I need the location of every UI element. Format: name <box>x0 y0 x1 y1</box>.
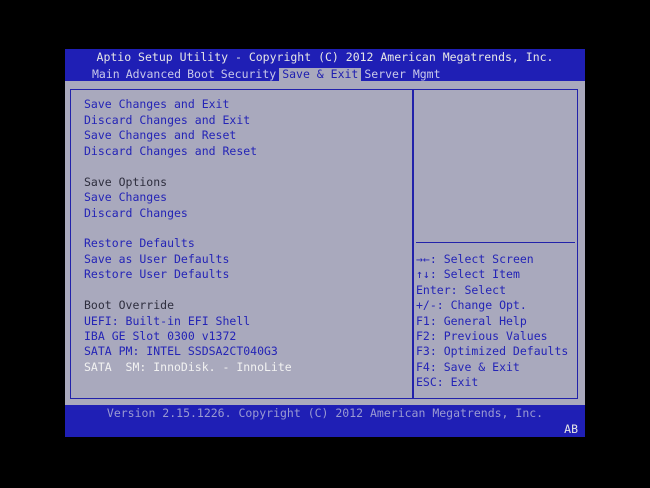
help-f2: F2: Previous Values <box>416 329 548 343</box>
discard-changes-item[interactable]: Discard Changes <box>84 207 188 220</box>
help-change-opt: +/-: Change Opt. <box>416 298 527 312</box>
header-bar: Aptio Setup Utility - Copyright (C) 2012… <box>65 49 585 81</box>
footer-bar: Version 2.15.1226. Copyright (C) 2012 Am… <box>65 405 585 437</box>
save-changes-item[interactable]: Save Changes <box>84 191 167 204</box>
save-changes-reset-item[interactable]: Save Changes and Reset <box>84 129 236 142</box>
save-user-defaults-item[interactable]: Save as User Defaults <box>84 253 229 266</box>
help-select-screen: →←: Select Screen <box>416 252 534 266</box>
boot-override-heading: Boot Override <box>84 298 175 312</box>
main-area: Save Changes and Exit Discard Changes an… <box>65 81 585 405</box>
restore-defaults-item[interactable]: Restore Defaults <box>84 237 195 250</box>
help-pane: →←: Select Screen ↑↓: Select Item Enter:… <box>413 89 578 399</box>
help-f4: F4: Save & Exit <box>416 360 520 374</box>
options-pane: Save Changes and Exit Discard Changes an… <box>70 89 413 399</box>
discard-changes-reset-item[interactable]: Discard Changes and Reset <box>84 145 257 158</box>
tab-advanced[interactable]: Advanced <box>123 68 184 81</box>
help-esc: ESC: Exit <box>416 375 479 389</box>
boot-option-sata-sm[interactable]: SATA SM: InnoDisk. - InnoLite <box>84 361 292 374</box>
discard-changes-exit-item[interactable]: Discard Changes and Exit <box>84 114 250 127</box>
tab-boot[interactable]: Boot <box>184 68 218 81</box>
help-divider <box>416 242 575 243</box>
version-text: Version 2.15.1226. Copyright (C) 2012 Am… <box>106 406 544 420</box>
help-enter: Enter: Select <box>416 283 507 297</box>
boot-option-uefi-shell[interactable]: UEFI: Built-in EFI Shell <box>84 315 250 328</box>
help-f1: F1: General Help <box>416 314 527 328</box>
boot-option-iba-ge[interactable]: IBA GE Slot 0300 v1372 <box>84 330 236 343</box>
help-f3: F3: Optimized Defaults <box>416 344 569 358</box>
up-down-arrows-icon: ↑↓ <box>416 267 430 281</box>
save-changes-exit-item[interactable]: Save Changes and Exit <box>84 98 229 111</box>
corner-code: AB <box>564 422 578 436</box>
tab-security[interactable]: Security <box>218 68 279 81</box>
boot-option-sata-pm[interactable]: SATA PM: INTEL SSDSA2CT040G3 <box>84 345 278 358</box>
tab-save-exit[interactable]: Save & Exit <box>279 68 362 81</box>
restore-user-defaults-item[interactable]: Restore User Defaults <box>84 268 229 281</box>
tab-main[interactable]: Main <box>89 68 123 81</box>
tab-server-mgmt[interactable]: Server Mgmt <box>361 68 443 81</box>
tab-bar: Main Advanced Boot Security Save & Exit Serve… <box>89 68 444 81</box>
left-right-arrows-icon: →← <box>416 252 430 266</box>
save-options-heading: Save Options <box>84 175 168 189</box>
help-select-item: ↑↓: Select Item <box>416 267 520 281</box>
app-title: Aptio Setup Utility - Copyright (C) 2012… <box>96 50 554 64</box>
bios-screen: Aptio Setup Utility - Copyright (C) 2012… <box>65 49 585 437</box>
